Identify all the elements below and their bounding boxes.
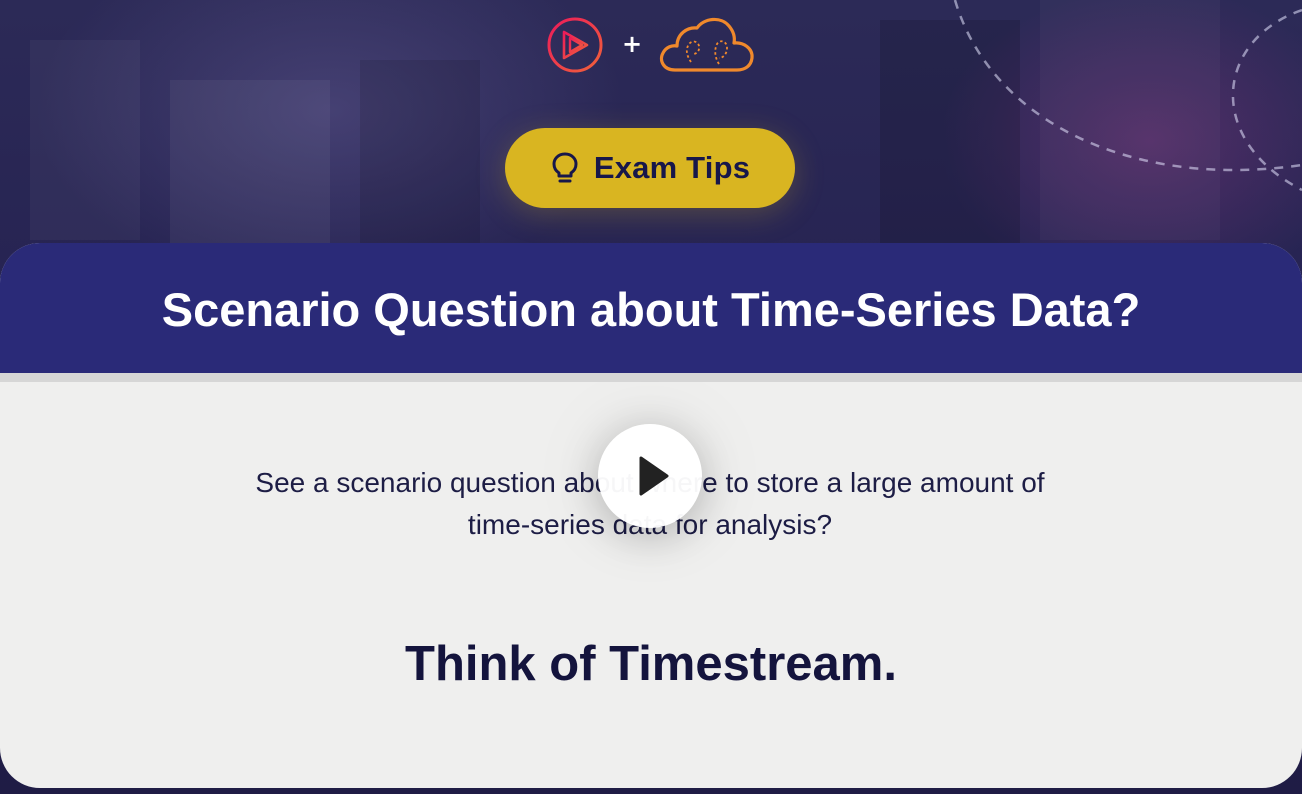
answer-text: Think of Timestream. bbox=[405, 637, 897, 691]
play-icon bbox=[639, 456, 669, 496]
lightbulb-icon bbox=[552, 152, 578, 183]
card-header: Scenario Question about Time-Series Data… bbox=[0, 243, 1302, 373]
header-divider bbox=[0, 373, 1302, 382]
card-title: Scenario Question about Time-Series Data… bbox=[161, 282, 1141, 336]
brand-logos: + bbox=[0, 14, 1302, 76]
exam-tips-badge: Exam Tips bbox=[505, 128, 795, 208]
acloudguru-cloud-icon bbox=[659, 17, 754, 72]
pluralsight-play-icon bbox=[547, 17, 603, 73]
plus-separator: + bbox=[622, 30, 643, 58]
video-frame: + Exam Tips Scenario Question about Time… bbox=[0, 0, 1302, 794]
play-button[interactable] bbox=[598, 424, 702, 528]
exam-tips-label: Exam Tips bbox=[593, 150, 751, 185]
